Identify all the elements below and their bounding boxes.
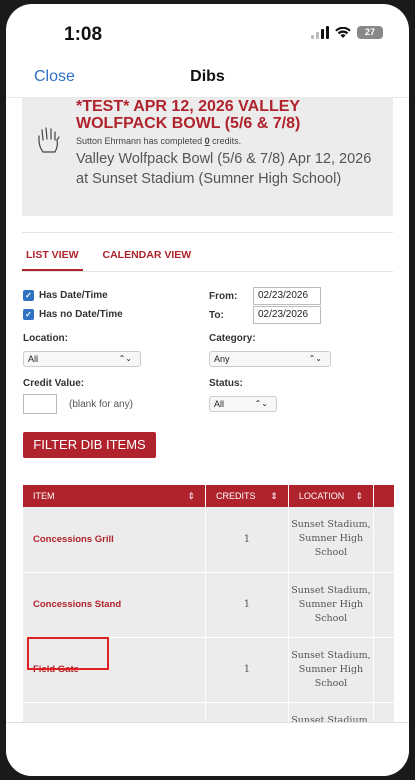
credits-header-label: CREDITS	[216, 490, 256, 501]
has-no-date-checkbox[interactable]: ✓ Has no Date/Time	[23, 309, 123, 320]
checkmark-icon: ✓	[23, 309, 34, 320]
credits-suffix: credits.	[209, 136, 242, 146]
item-link[interactable]: Concessions Stand	[23, 572, 206, 638]
location-cell: Sunset Stadium, Sumner High School	[288, 572, 374, 638]
status-bar: 1:08 27	[6, 4, 409, 54]
from-label: From:	[209, 291, 238, 302]
bottom-toolbar	[6, 722, 409, 776]
select-arrow-icon: ⌃⌄	[308, 354, 322, 363]
nav-bar: Close Dibs	[6, 54, 409, 98]
field-gate-highlight-box	[27, 637, 109, 670]
credits-cell: 1	[205, 572, 289, 638]
hand-icon	[38, 127, 60, 153]
event-description: Valley Wolfpack Bowl (5/6 & 7/8) Apr 12,…	[76, 151, 372, 187]
signal-icon	[311, 26, 329, 39]
extra-column-header	[373, 485, 396, 507]
credit-value-input[interactable]	[23, 394, 57, 414]
view-tabs: LIST VIEW CALENDAR VIEW	[22, 232, 393, 272]
location-value: All	[28, 354, 39, 364]
extra-cell	[373, 637, 396, 703]
status-icons: 27	[311, 26, 383, 39]
to-date-input[interactable]: 02/23/2026	[253, 306, 321, 324]
sort-icon: ⇕	[355, 490, 363, 501]
credits-cell: 1	[205, 637, 289, 703]
location-cell: Sunset Stadium, Sumner High School	[288, 637, 374, 703]
filter-panel: ✓ Has Date/Time ✓ Has no Date/Time From:…	[23, 287, 392, 470]
status-value: All	[214, 399, 225, 409]
credit-value-label: Credit Value:	[23, 378, 85, 389]
extra-cell	[373, 572, 396, 638]
item-header-label: ITEM	[33, 490, 55, 501]
sort-icon: ⇕	[187, 490, 195, 501]
page-title: Dibs	[190, 68, 225, 85]
dib-items-table: ITEM ⇕ CREDITS ⇕ LOCATION ⇕ Concessions Gri…	[23, 485, 409, 753]
location-column-header[interactable]: LOCATION ⇕	[288, 485, 374, 507]
status-time: 1:08	[64, 24, 103, 45]
credits-prefix: Sutton Ehrmann has completed	[76, 136, 205, 146]
category-select[interactable]: Any ⌃⌄	[209, 351, 331, 367]
tab-calendar-view[interactable]: CALENDAR VIEW	[99, 249, 196, 271]
select-arrow-icon: ⌃⌄	[118, 354, 132, 363]
select-arrow-icon: ⌃⌄	[254, 399, 268, 408]
from-date-input[interactable]: 02/23/2026	[253, 287, 321, 305]
item-link[interactable]: Concessions Grill	[23, 507, 206, 573]
has-date-label: Has Date/Time	[39, 290, 108, 301]
location-cell: Sunset Stadium, Sumner High School	[288, 507, 374, 573]
checkmark-icon: ✓	[23, 290, 34, 301]
event-card: *TEST* APR 12, 2026 VALLEY WOLFPACK BOWL…	[22, 98, 393, 216]
credit-hint: (blank for any)	[69, 399, 133, 410]
item-column-header[interactable]: ITEM ⇕	[23, 485, 206, 507]
battery-icon: 27	[357, 26, 383, 39]
category-value: Any	[214, 354, 230, 364]
location-select[interactable]: All ⌃⌄	[23, 351, 141, 367]
phone-screen: 1:08 27 Close Dibs *TEST* APR 12, 2026 V…	[6, 4, 409, 776]
has-date-checkbox[interactable]: ✓ Has Date/Time	[23, 290, 108, 301]
extra-cell	[373, 507, 396, 573]
wifi-icon	[335, 26, 351, 38]
status-select[interactable]: All ⌃⌄	[209, 396, 277, 412]
table-row[interactable]: Concessions Stand 1 Sunset Stadium, Sumn…	[23, 572, 396, 638]
category-label: Category:	[209, 333, 256, 344]
to-label: To:	[209, 310, 224, 321]
table-row[interactable]: Concessions Grill 1 Sunset Stadium, Sumn…	[23, 507, 396, 573]
has-no-date-label: Has no Date/Time	[39, 309, 123, 320]
filter-dib-items-button[interactable]: FILTER DIB ITEMS	[23, 432, 156, 458]
credits-cell: 1	[205, 507, 289, 573]
location-label: Location:	[23, 333, 68, 344]
credits-completed-text: Sutton Ehrmann has completed 0 credits.	[34, 136, 381, 146]
tab-list-view[interactable]: LIST VIEW	[22, 249, 83, 271]
sort-icon: ⇕	[270, 490, 278, 501]
location-header-label: LOCATION	[298, 490, 345, 501]
credits-column-header[interactable]: CREDITS ⇕	[205, 485, 289, 507]
status-label: Status:	[209, 378, 243, 389]
event-title: *TEST* APR 12, 2026 VALLEY WOLFPACK BOWL…	[76, 98, 301, 132]
